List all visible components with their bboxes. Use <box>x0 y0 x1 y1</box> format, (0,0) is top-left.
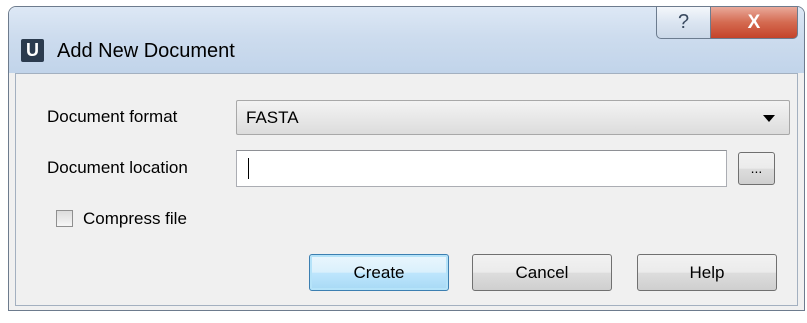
background-strip <box>8 311 805 323</box>
title-help-button[interactable]: ? <box>656 7 711 39</box>
browse-button[interactable]: ... <box>738 152 775 185</box>
close-icon: X <box>747 11 761 33</box>
dialog-title: Add New Document <box>57 40 235 62</box>
document-format-value: FASTA <box>246 108 299 127</box>
add-document-dialog: U Add New Document ? X Document format F… <box>8 6 805 311</box>
create-button[interactable]: Create <box>309 254 449 291</box>
text-caret <box>248 158 249 179</box>
document-format-label: Document format <box>47 107 178 126</box>
document-format-select[interactable]: FASTA <box>236 100 790 135</box>
ugene-app-icon: U <box>21 39 44 62</box>
help-button[interactable]: Help <box>637 254 777 291</box>
dialog-body: Document format FASTA Document location … <box>15 73 798 306</box>
cancel-button[interactable]: Cancel <box>472 254 612 291</box>
compress-file-label[interactable]: Compress file <box>83 209 187 229</box>
title-bar[interactable]: U Add New Document ? X <box>9 7 804 73</box>
dropdown-arrow-icon <box>763 115 775 122</box>
title-close-button[interactable]: X <box>710 7 798 39</box>
document-location-label: Document location <box>47 158 188 177</box>
document-location-input[interactable] <box>236 150 727 187</box>
question-mark-icon: ? <box>677 11 690 33</box>
compress-file-checkbox[interactable] <box>56 210 73 227</box>
